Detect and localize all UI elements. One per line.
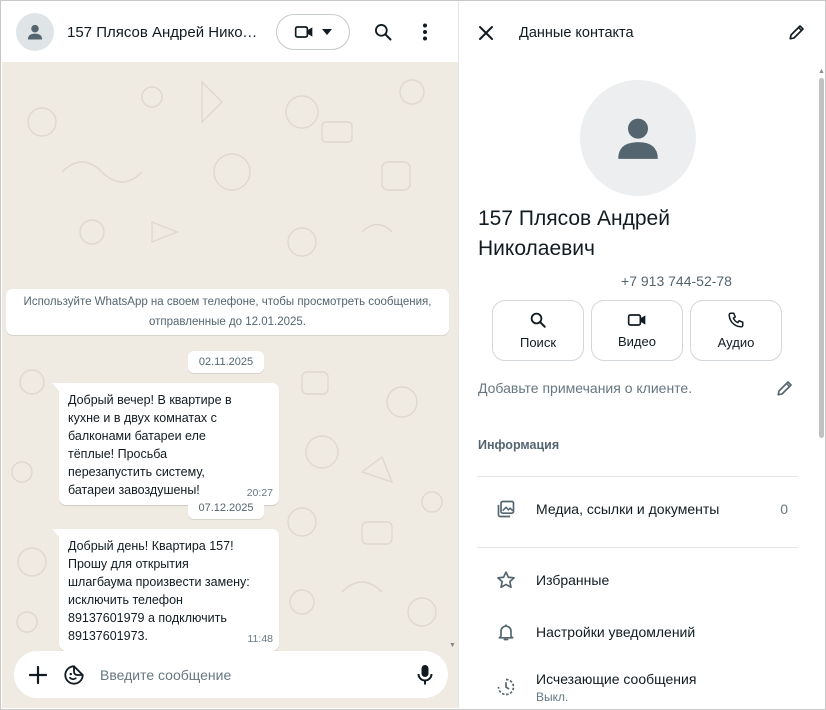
older-messages-notice: Используйте WhatsApp на своем телефоне, …	[6, 289, 449, 335]
divider	[477, 547, 798, 548]
person-icon	[27, 24, 43, 40]
disappearing-row-label: Исчезающие сообщения	[536, 670, 697, 687]
search-icon	[530, 312, 546, 328]
media-gallery-icon	[494, 497, 518, 521]
client-note-placeholder[interactable]: Добавьте примечания о клиенте.	[478, 380, 692, 396]
disappearing-timer-icon	[494, 675, 518, 699]
plus-icon	[29, 665, 47, 684]
person-icon	[618, 118, 658, 159]
attach-button[interactable]	[18, 655, 58, 695]
contact-search-button[interactable]: Поиск	[492, 300, 584, 361]
app-window: 157 Плясов Андрей Николаевич	[0, 0, 826, 710]
notification-settings-row[interactable]: Настройки уведомлений	[459, 607, 815, 657]
starred-row-label: Избранные	[536, 572, 610, 588]
pencil-icon	[789, 25, 804, 40]
chat-pane: 157 Плясов Андрей Николаевич	[2, 2, 458, 708]
notification-row-label: Настройки уведомлений	[536, 624, 696, 640]
notice-line-1: Используйте WhatsApp на своем телефоне, …	[23, 296, 432, 308]
message-bubble[interactable]: Добрый день! Квартира 157! Прошу для отк…	[52, 529, 279, 651]
media-links-docs-row[interactable]: Медиа, ссылки и документы 0	[459, 484, 815, 534]
date-separator: 07.12.2025	[188, 497, 264, 519]
scroll-down-arrow[interactable]: ▼	[449, 642, 456, 649]
disappearing-row-text: Исчезающие сообщения Выкл.	[536, 671, 696, 704]
star-icon	[494, 568, 518, 592]
close-icon	[479, 26, 493, 40]
edit-contact-button[interactable]	[779, 14, 815, 50]
scroll-thumb[interactable]	[819, 78, 824, 438]
phone-icon	[728, 312, 744, 328]
microphone-icon	[417, 664, 433, 684]
caret-down-icon	[322, 29, 332, 35]
close-button[interactable]	[466, 13, 506, 53]
contact-name-line-1: 157 Плясов Андрей	[478, 207, 670, 230]
pencil-icon	[777, 381, 792, 396]
edit-note-button[interactable]	[774, 377, 796, 399]
video-camera-icon	[627, 314, 646, 326]
menu-button[interactable]	[405, 12, 445, 52]
contact-name: 157 Плясов Андрей Николаевич	[478, 204, 778, 264]
video-camera-icon	[294, 26, 313, 38]
contact-audio-label: Аудио	[717, 335, 755, 350]
contact-audio-button[interactable]: Аудио	[690, 300, 782, 361]
chat-title[interactable]: 157 Плясов Андрей Николаевич	[67, 24, 259, 41]
bell-icon	[494, 620, 518, 644]
disappearing-messages-row[interactable]: Исчезающие сообщения Выкл.	[459, 662, 815, 708]
contact-search-label: Поиск	[519, 335, 557, 350]
sticker-button[interactable]	[58, 655, 90, 695]
contact-info-title: Данные контакта	[519, 25, 634, 41]
video-call-button[interactable]	[276, 14, 350, 50]
avatar[interactable]	[16, 13, 54, 51]
contact-phone: +7 913 744-52-78	[621, 273, 732, 289]
contact-video-button[interactable]: Видео	[591, 300, 683, 361]
message-bubble[interactable]: Добрый вечер! В квартире в кухне и в дву…	[52, 383, 279, 505]
contact-avatar[interactable]	[580, 80, 696, 196]
notice-line-2: отправленные до 12.01.2025.	[149, 316, 306, 328]
message-composer	[14, 651, 448, 698]
kebab-menu-icon	[423, 23, 427, 41]
media-count: 0	[780, 501, 788, 517]
chat-header: 157 Плясов Андрей Николаевич	[2, 2, 458, 62]
message-text: Добрый вечер! В квартире в кухне и в дву…	[68, 393, 232, 497]
search-icon	[375, 24, 392, 41]
contact-info-scrollbar[interactable]: ▲	[817, 68, 825, 708]
sticker-icon	[64, 664, 84, 685]
scroll-up-arrow[interactable]: ▲	[818, 68, 825, 75]
contact-name-line-2: Николаевич	[478, 237, 595, 260]
voice-message-button[interactable]	[405, 655, 445, 695]
contact-info-header: Данные контакта	[459, 2, 825, 64]
media-row-label: Медиа, ссылки и документы	[536, 501, 720, 517]
contact-video-label: Видео	[618, 334, 656, 349]
message-time: 11:48	[247, 633, 274, 645]
search-button[interactable]	[363, 12, 403, 52]
disappearing-row-status: Выкл.	[536, 689, 569, 704]
starred-messages-row[interactable]: Избранные	[459, 555, 815, 605]
message-input[interactable]	[100, 666, 400, 683]
contact-info-pane: Данные контакта 157 Плясов Андрей Никола…	[458, 2, 825, 708]
date-separator: 02.11.2025	[188, 351, 264, 373]
info-section-title: Информация	[478, 438, 560, 452]
message-text: Добрый день! Квартира 157! Прошу для отк…	[68, 539, 250, 643]
divider	[477, 476, 798, 477]
